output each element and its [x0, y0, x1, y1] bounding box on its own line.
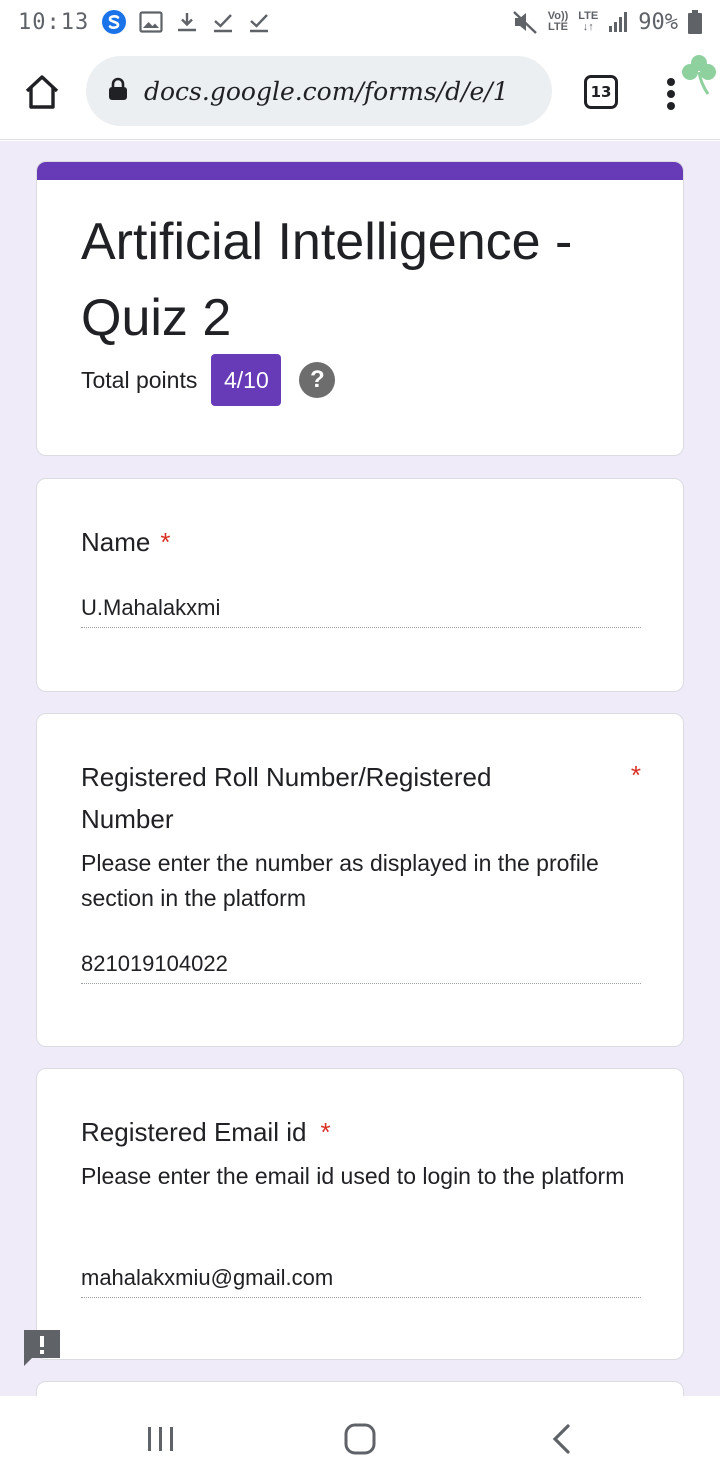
help-icon[interactable]: ? [299, 362, 336, 398]
download-done-icon [211, 10, 235, 34]
question-title: Registered Email id * [81, 1117, 331, 1147]
browser-toolbar: docs.google.com/forms/d/e/1 13 [0, 44, 720, 140]
recents-button[interactable] [144, 1422, 178, 1456]
question-card-next [36, 1381, 684, 1396]
feedback-button[interactable] [24, 1330, 60, 1366]
answer-email: mahalakxmiu@gmail.com [81, 1265, 641, 1298]
url-bar[interactable]: docs.google.com/forms/d/e/1 [86, 56, 552, 126]
more-options-button[interactable] [664, 74, 678, 114]
status-bar: 10:13 Vo)) LTE LTE ↓↑ 90% [0, 0, 720, 44]
signal-icon [608, 11, 628, 33]
total-points-label: Total points [81, 366, 198, 393]
back-button[interactable] [545, 1422, 579, 1456]
home-icon [25, 75, 59, 109]
app-root: 10:13 Vo)) LTE LTE ↓↑ 90% docs.google.co… [0, 0, 720, 1480]
feedback-icon [24, 1330, 60, 1366]
recents-icon [148, 1427, 173, 1451]
required-asterisk: * [630, 760, 641, 790]
back-icon [552, 1424, 570, 1454]
battery-percent: 90% [638, 9, 678, 35]
tab-count: 13 [590, 83, 612, 101]
header-accent-stripe [37, 162, 683, 180]
download-done-icon [247, 10, 271, 34]
question-description: Please enter the email id used to login … [81, 1163, 625, 1189]
battery-icon [688, 10, 702, 34]
question-title: Registered Roll Number/Registered Number [81, 762, 492, 834]
home-nav-icon [344, 1423, 376, 1455]
home-button[interactable] [22, 72, 62, 112]
tab-switcher-button[interactable]: 13 [584, 75, 618, 109]
gallery-icon [139, 11, 163, 33]
required-asterisk: * [160, 527, 171, 557]
lock-icon [108, 77, 128, 106]
question-card-roll-number: Registered Roll Number/Registered Number… [36, 713, 684, 1047]
question-card-name: Name * U.Mahalakxmi [36, 478, 684, 692]
form-header-card: Artificial Intelligence - Quiz 2 Total p… [36, 161, 684, 456]
form-content[interactable]: Artificial Intelligence - Quiz 2 Total p… [0, 141, 720, 1396]
url-text: docs.google.com/forms/d/e/1 [144, 76, 509, 106]
mute-icon [512, 9, 538, 35]
home-nav-button[interactable] [343, 1422, 377, 1456]
answer-roll-number: 821019104022 [81, 951, 641, 984]
download-icon [175, 10, 199, 34]
volte-indicator: Vo)) LTE [547, 10, 569, 33]
lte-indicator: LTE ↓↑ [578, 10, 599, 33]
question-card-email: Registered Email id * Please enter the em… [36, 1068, 684, 1360]
answer-name: U.Mahalakxmi [81, 595, 641, 628]
clover-icon [678, 52, 720, 96]
question-description: Please enter the number as displayed in … [81, 850, 599, 911]
score-badge: 4/10 [211, 354, 282, 406]
required-asterisk: * [320, 1117, 331, 1147]
status-time: 10:13 [18, 9, 90, 35]
total-points-row: Total points 4/10 ? [81, 354, 336, 406]
form-title: Artificial Intelligence - Quiz 2 [81, 213, 573, 347]
system-nav-bar [0, 1396, 720, 1480]
more-vert-icon [667, 78, 675, 110]
sync-s-icon [101, 9, 127, 35]
question-title: Name * [81, 527, 171, 557]
